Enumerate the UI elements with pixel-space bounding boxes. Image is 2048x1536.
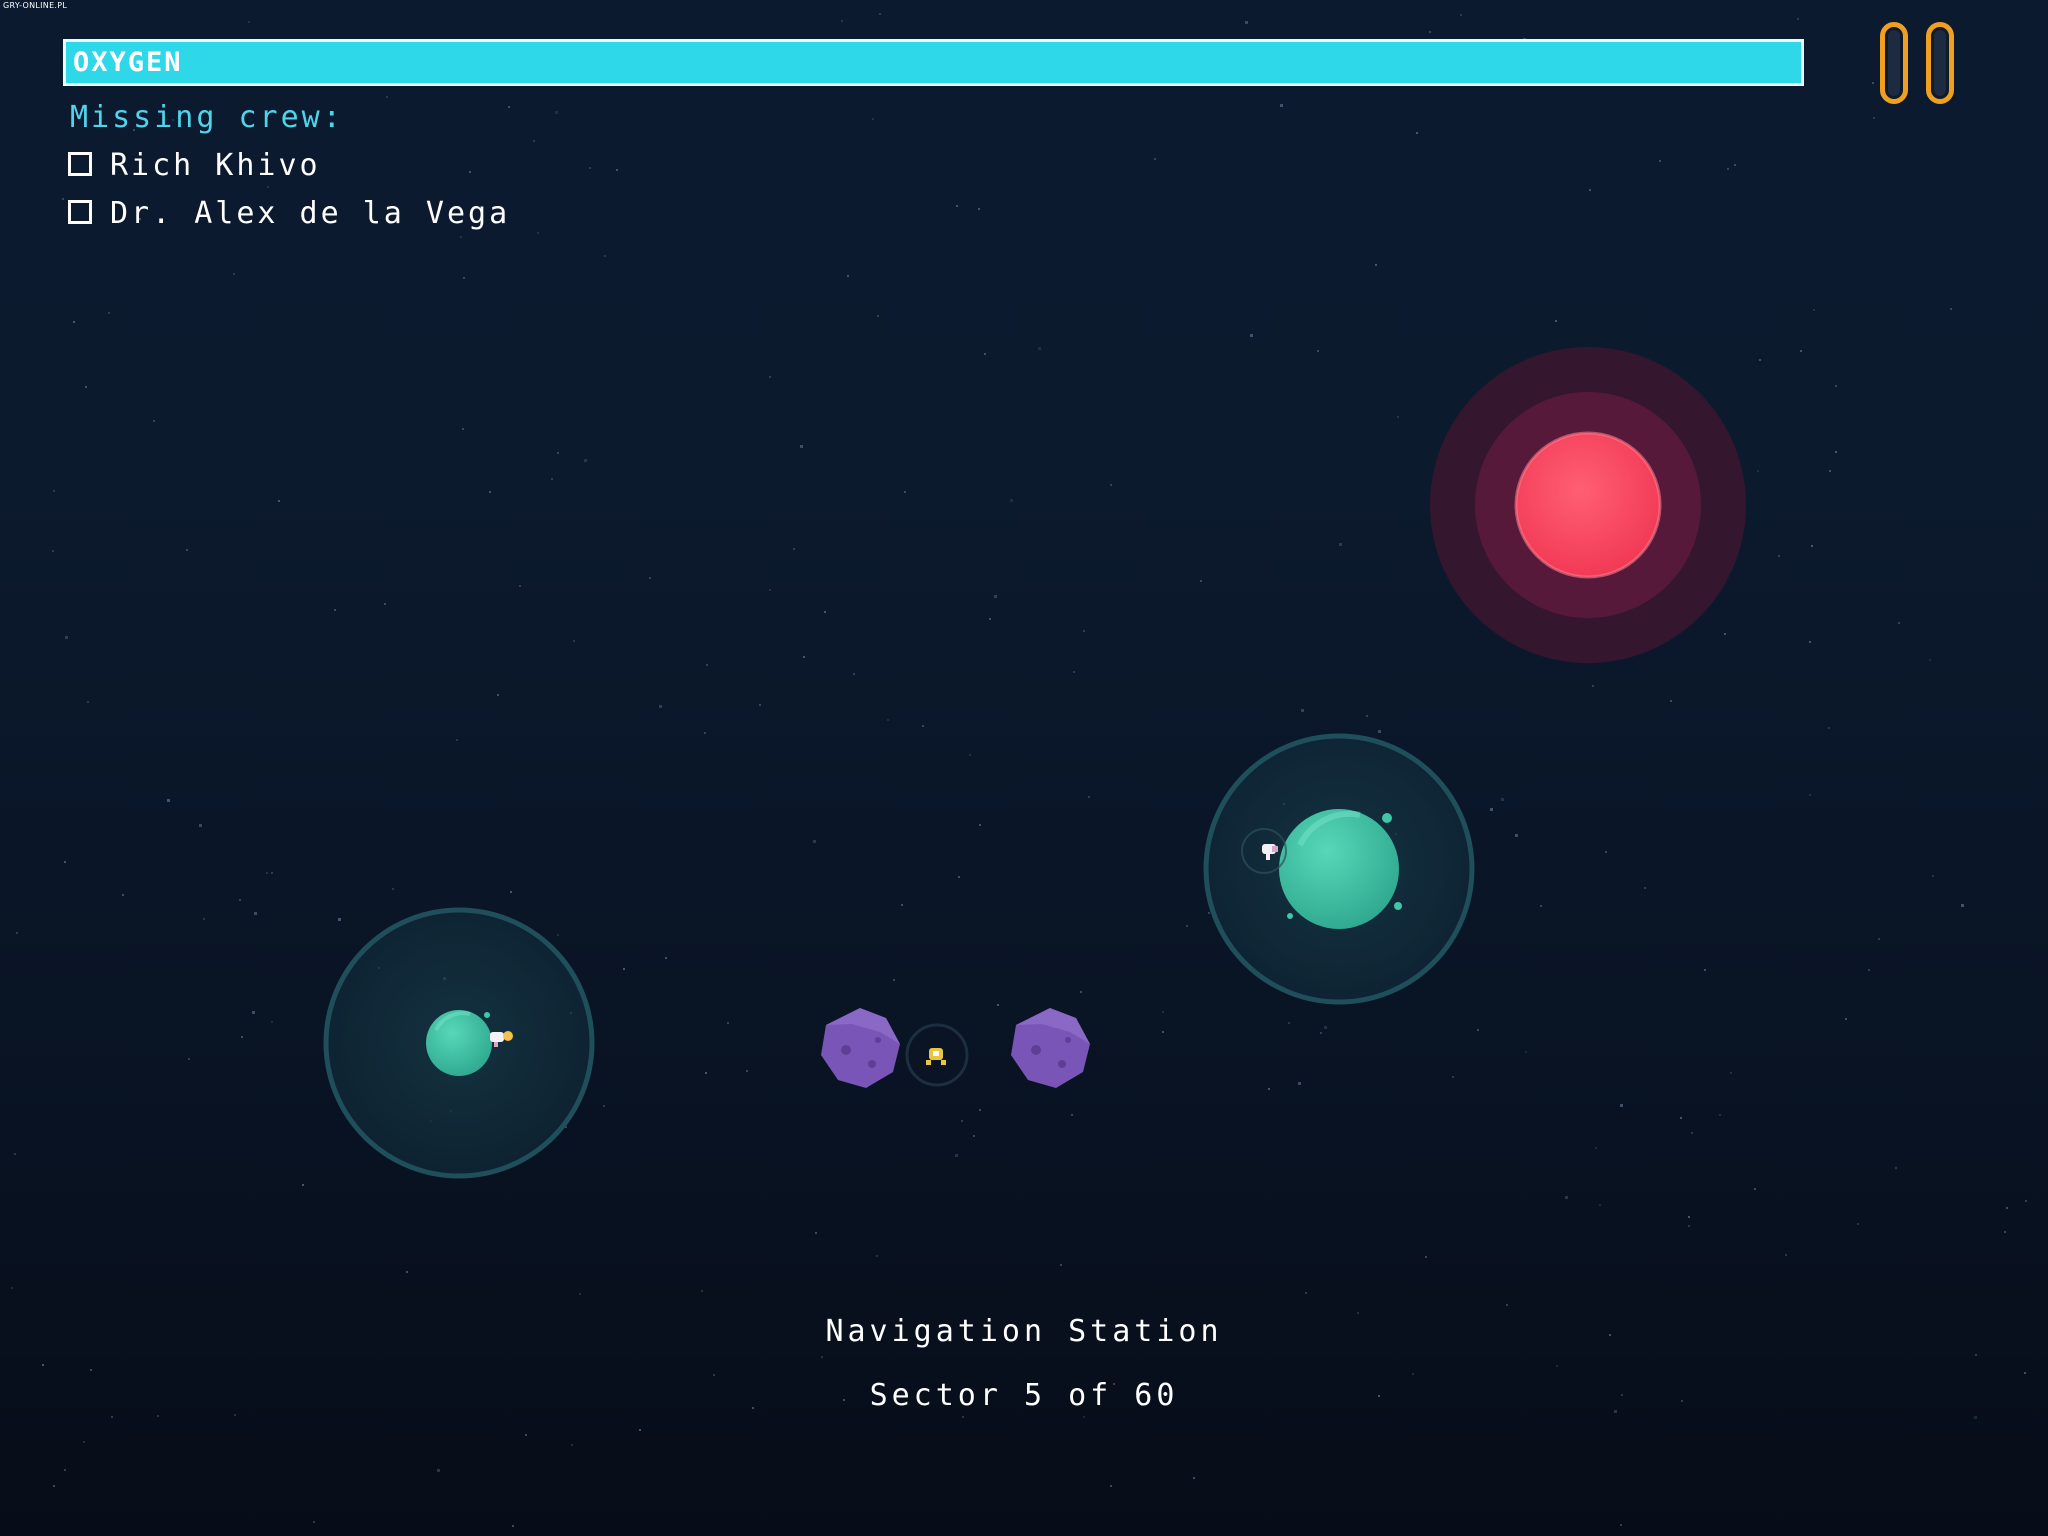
large-planet[interactable]	[1203, 733, 1475, 1005]
crew-member-name: Rich Khivo	[110, 148, 321, 183]
asteroid-left	[821, 1008, 900, 1088]
crew-member-name: Dr. Alex de la Vega	[110, 196, 511, 231]
oxygen-fill	[66, 42, 1801, 83]
asteroid-right	[1011, 1008, 1090, 1088]
player-astronaut-icon[interactable]	[905, 1023, 969, 1087]
oxygen-label: OXYGEN	[73, 47, 183, 78]
sector-progress: Sector 5 of 60	[869, 1378, 1179, 1413]
red-sun	[1430, 347, 1746, 663]
pause-button[interactable]	[1880, 22, 1964, 110]
small-planet[interactable]	[323, 907, 595, 1179]
crew-checkbox	[68, 200, 92, 224]
oxygen-meter: OXYGEN	[63, 39, 1804, 86]
crew-checkbox	[68, 152, 92, 176]
station-name: Navigation Station	[825, 1314, 1223, 1349]
game-scene[interactable]: GRY-ONLINE.PL OXYGEN Missing crew: Rich …	[0, 0, 2048, 1536]
missing-crew-heading: Missing crew:	[70, 100, 344, 135]
